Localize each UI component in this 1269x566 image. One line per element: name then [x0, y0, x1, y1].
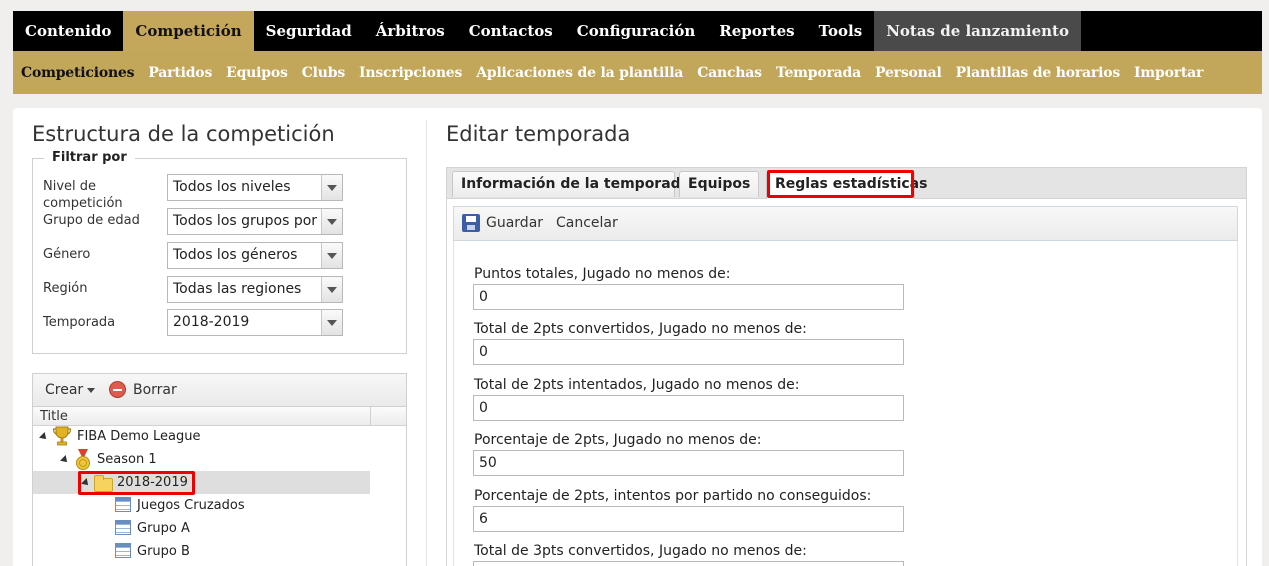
filter-label-age-group: Grupo de edad: [43, 213, 140, 228]
save-button[interactable]: Guardar: [486, 215, 543, 231]
selection-highlight: [78, 471, 195, 495]
chevron-down-icon[interactable]: [321, 209, 342, 234]
field-label-total-points: Puntos totales, Jugado no menos de:: [474, 266, 731, 282]
delete-icon[interactable]: [109, 381, 126, 398]
top-nav-item-tools[interactable]: Tools: [807, 11, 875, 51]
chevron-down-icon[interactable]: [321, 310, 342, 335]
create-button[interactable]: Crear: [45, 382, 83, 398]
field-label-2pts-attempted: Total de 2pts intentados, Jugado no meno…: [474, 377, 800, 393]
top-nav: Contenido Competición Seguridad Árbitros…: [13, 11, 1262, 51]
filter-label-level: Nivel de competición: [43, 179, 123, 211]
field-input-2pts-pct[interactable]: [473, 450, 904, 476]
field-label-2pts-made: Total de 2pts convertidos, Jugado no men…: [474, 321, 807, 337]
sub-nav: Competiciones Partidos Equipos Clubs Ins…: [13, 51, 1262, 94]
filter-label-gender: Género: [43, 247, 91, 262]
filter-select-season-value: 2018-2019: [173, 314, 250, 330]
top-nav-item-contactos[interactable]: Contactos: [457, 11, 565, 51]
chevron-down-icon[interactable]: [321, 243, 342, 268]
tree-node-season[interactable]: Season 1: [97, 452, 157, 467]
tree-node-child[interactable]: Juegos Cruzados: [137, 498, 245, 513]
tree-node-child[interactable]: Grupo A: [137, 521, 190, 536]
caret-down-icon[interactable]: [87, 388, 95, 393]
delete-button[interactable]: Borrar: [133, 382, 177, 398]
filter-select-season[interactable]: 2018-2019: [167, 309, 343, 336]
trophy-icon: [53, 426, 71, 446]
sub-nav-item-personal[interactable]: Personal: [868, 51, 949, 94]
competition-structure-title: Estructura de la competición: [32, 122, 335, 146]
filter-select-age-group[interactable]: Todos los grupos por: [167, 208, 343, 235]
grid-icon: [115, 543, 131, 558]
sub-nav-item-clubs[interactable]: Clubs: [295, 51, 352, 94]
chevron-down-icon[interactable]: [321, 175, 342, 200]
sub-nav-item-aplicaciones[interactable]: Aplicaciones de la plantilla: [469, 51, 690, 94]
top-nav-item-seguridad[interactable]: Seguridad: [254, 11, 364, 51]
top-nav-item-competicion[interactable]: Competición: [123, 11, 254, 51]
field-input-2pts-pct-attempts[interactable]: [473, 506, 904, 532]
grid-icon: [115, 520, 131, 535]
sub-nav-item-plantillas-horarios[interactable]: Plantillas de horarios: [949, 51, 1127, 94]
medal-icon: [76, 449, 90, 470]
filter-label-region: Región: [43, 281, 88, 296]
panel-divider: [426, 120, 427, 566]
grid-icon: [115, 497, 131, 512]
sub-nav-item-competiciones[interactable]: Competiciones: [14, 51, 141, 94]
top-nav-item-configuracion[interactable]: Configuración: [565, 11, 708, 51]
tree-header: Title: [33, 407, 406, 426]
filter-select-region-value: Todas las regiones: [173, 281, 302, 297]
filter-select-gender-value: Todos los géneros: [173, 247, 298, 263]
sub-nav-item-equipos[interactable]: Equipos: [219, 51, 295, 94]
top-nav-item-release-notes[interactable]: Notas de lanzamiento: [874, 11, 1081, 51]
field-label-2pts-pct: Porcentaje de 2pts, Jugado no menos de:: [474, 432, 762, 448]
tab-season-info[interactable]: Información de la temporada: [452, 171, 690, 197]
sub-nav-item-inscripciones[interactable]: Inscripciones: [352, 51, 469, 94]
save-icon[interactable]: [462, 214, 480, 232]
field-input-2pts-made[interactable]: [473, 339, 904, 365]
sub-nav-item-importar[interactable]: Importar: [1127, 51, 1210, 94]
tree-header-title: Title: [40, 409, 68, 424]
column-resize-handle[interactable]: [370, 407, 371, 426]
sub-nav-item-temporada[interactable]: Temporada: [769, 51, 868, 94]
filter-select-level[interactable]: Todos los niveles: [167, 174, 343, 201]
filter-select-region[interactable]: Todas las regiones: [167, 276, 343, 303]
top-nav-item-reportes[interactable]: Reportes: [707, 11, 806, 51]
top-nav-item-arbitros[interactable]: Árbitros: [364, 11, 457, 51]
tree-node-league[interactable]: FIBA Demo League: [77, 429, 200, 444]
field-label-2pts-pct-attempts: Porcentaje de 2pts, intentos por partido…: [474, 488, 872, 504]
filter-select-age-group-value: Todos los grupos por: [173, 213, 318, 229]
chevron-down-icon[interactable]: [321, 277, 342, 302]
field-label-3pts-made: Total de 3pts convertidos, Jugado no men…: [474, 543, 807, 559]
filter-legend: Filtrar por: [44, 150, 135, 165]
filter-label-season: Temporada: [43, 315, 116, 330]
field-input-3pts-made[interactable]: [473, 561, 904, 566]
tab-teams[interactable]: Equipos: [679, 171, 759, 197]
sub-nav-item-canchas[interactable]: Canchas: [690, 51, 769, 94]
tree-node-child[interactable]: Grupo B: [137, 544, 190, 559]
sub-nav-item-partidos[interactable]: Partidos: [141, 51, 219, 94]
tab-highlight: [767, 170, 914, 198]
cancel-button[interactable]: Cancelar: [556, 215, 618, 231]
field-input-2pts-attempted[interactable]: [473, 395, 904, 421]
filter-select-level-value: Todos los niveles: [173, 179, 291, 195]
top-nav-item-contenido[interactable]: Contenido: [13, 11, 123, 51]
filter-select-gender[interactable]: Todos los géneros: [167, 242, 343, 269]
edit-season-title: Editar temporada: [446, 122, 631, 146]
field-input-total-points[interactable]: [473, 284, 904, 310]
